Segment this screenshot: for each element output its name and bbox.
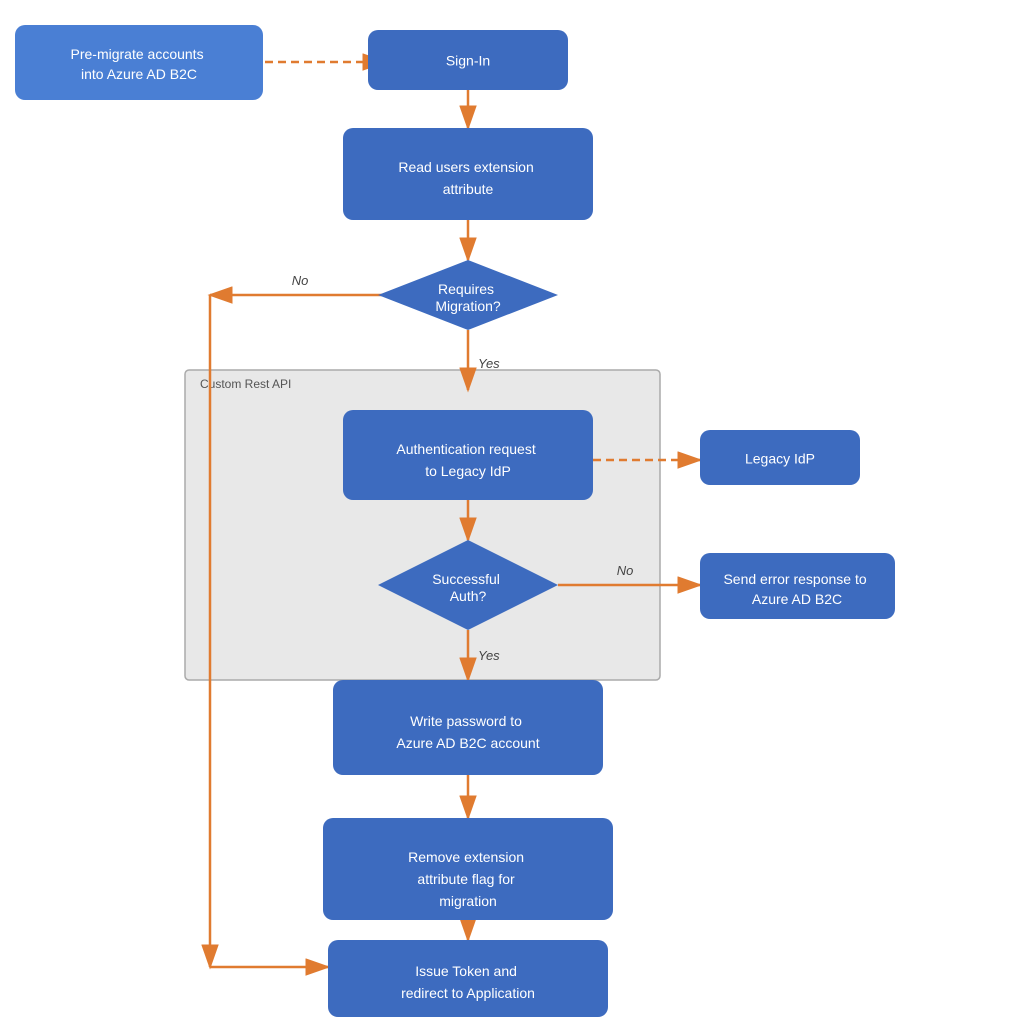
custom-rest-api-label: Custom Rest API — [200, 377, 291, 391]
no-label-top: No — [292, 273, 309, 288]
pre-migrate-node — [15, 25, 263, 100]
sign-in-text: Sign-In — [446, 53, 490, 69]
yes-label-migration: Yes — [478, 356, 500, 371]
flowchart-diagram: Custom Rest API No Yes No Yes — [0, 0, 1024, 1024]
no-label-auth: No — [617, 563, 634, 578]
requires-migration-text: Requires Migration? — [435, 281, 501, 314]
yes-label-auth: Yes — [478, 648, 500, 663]
legacy-idp-text: Legacy IdP — [745, 451, 815, 467]
